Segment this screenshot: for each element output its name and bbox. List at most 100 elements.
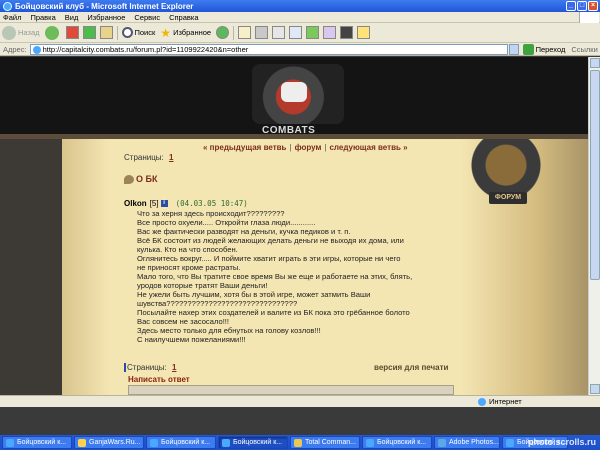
- menu-help[interactable]: Справка: [169, 13, 198, 22]
- search-label: Поиск: [134, 28, 156, 37]
- post-line: Посылайте нахер этих создателей и валите…: [137, 308, 410, 317]
- topic-icon: [124, 175, 134, 184]
- task-button[interactable]: Бойцовский к...: [362, 436, 432, 449]
- desktop-strip: [0, 407, 600, 435]
- windows-logo-icon: [579, 12, 599, 23]
- star-icon: ★: [160, 25, 172, 40]
- forum-shield-icon[interactable]: [466, 139, 546, 197]
- total-commander-icon: [294, 438, 302, 447]
- pagination-bottom: Страницы: 1: [124, 363, 176, 373]
- search-button[interactable]: Поиск: [121, 27, 156, 38]
- messenger-icon[interactable]: [306, 26, 320, 39]
- url-input[interactable]: http://capitalcity.combats.ru/forum.pl?i…: [29, 43, 508, 55]
- post-line: Вас же фактически разводят на деньги, ку…: [137, 227, 351, 236]
- scroll-thumb[interactable]: [590, 70, 600, 280]
- edit-icon[interactable]: [272, 26, 286, 39]
- menu-file[interactable]: Файл: [3, 13, 21, 22]
- discuss-icon[interactable]: [289, 26, 303, 39]
- photoshop-icon: [438, 438, 446, 447]
- author-level: [5]: [149, 199, 159, 208]
- ie-icon: [506, 438, 514, 447]
- post-line: Оглянитесь вокруг..... И поймите хватит …: [137, 254, 401, 263]
- forward-arrow-icon: [44, 25, 59, 40]
- ie-icon: [3, 1, 12, 11]
- task-button[interactable]: Бойцовский к...: [2, 436, 72, 449]
- pagination-top: Страницы: 1: [124, 153, 173, 162]
- close-button[interactable]: ×: [588, 1, 598, 11]
- menu-tools[interactable]: Сервис: [134, 13, 160, 22]
- folder-icon[interactable]: [357, 26, 371, 39]
- left-parchment-edge: [62, 139, 110, 395]
- menu-bar: Файл Правка Вид Избранное Сервис Справка: [0, 12, 600, 23]
- research-icon[interactable]: [323, 26, 337, 39]
- media-icon[interactable]: [216, 26, 230, 39]
- reply-title: Написать ответ: [128, 375, 190, 384]
- refresh-icon[interactable]: [82, 26, 96, 39]
- reply-subject-field[interactable]: [128, 385, 454, 395]
- home-icon[interactable]: [99, 26, 113, 39]
- url-dropdown-button[interactable]: [508, 43, 519, 55]
- post-line: уродов которые тратят Ваши деньги!: [137, 281, 268, 290]
- menu-edit[interactable]: Правка: [30, 13, 55, 22]
- forum-link[interactable]: форум: [295, 143, 322, 152]
- menu-view[interactable]: Вид: [65, 13, 79, 22]
- post-body: Что за херня здесь происходит????????? В…: [137, 209, 455, 344]
- ie-icon: [150, 438, 158, 447]
- post-line: Вас совсем не засосало!!!: [137, 317, 230, 326]
- task-button[interactable]: GanjaWars.Ru...: [74, 436, 144, 449]
- task-button[interactable]: Adobe Photos...: [434, 436, 500, 449]
- ie-icon: [366, 438, 374, 447]
- toolbar-separator: [233, 25, 235, 40]
- ie-icon: [222, 438, 230, 447]
- window-title: Бойцовский клуб - Microsoft Internet Exp…: [15, 1, 194, 11]
- extension-icon[interactable]: [340, 26, 354, 39]
- prev-thread-link[interactable]: « предыдущая ветвь: [203, 143, 286, 152]
- left-background: [0, 139, 62, 395]
- menu-favorites[interactable]: Избранное: [87, 13, 125, 22]
- scroll-down-button[interactable]: [590, 384, 600, 394]
- pages-label: Страницы:: [124, 153, 164, 162]
- post-line: С наилучшеми пожеланиями!!!: [137, 335, 246, 344]
- scroll-up-button[interactable]: [590, 58, 600, 68]
- address-bar: Адрес: http://capitalcity.combats.ru/for…: [0, 43, 600, 56]
- page-link-1[interactable]: 1: [169, 153, 173, 162]
- next-thread-link[interactable]: следующая ветвь »: [329, 143, 407, 152]
- author-nick[interactable]: Olkon: [124, 199, 147, 208]
- post-line: Здесь место только для ебнутых на голову…: [137, 326, 321, 335]
- stop-icon[interactable]: [65, 26, 79, 39]
- print-icon[interactable]: [255, 26, 269, 39]
- window-controls: _ □ ×: [566, 1, 598, 11]
- taskbar: Бойцовский к... GanjaWars.Ru... Бойцовск…: [0, 407, 600, 450]
- status-bar: Интернет: [0, 395, 600, 407]
- globe-icon: [478, 397, 486, 406]
- title-bar: Бойцовский клуб - Microsoft Internet Exp…: [0, 0, 600, 12]
- maximize-button[interactable]: □: [577, 1, 587, 11]
- mail-icon[interactable]: [238, 26, 252, 39]
- task-button[interactable]: Бойцовский к...: [146, 436, 216, 449]
- ie-icon: [6, 438, 14, 447]
- vertical-scrollbar[interactable]: [588, 57, 600, 395]
- thread-navigation: « предыдущая ветвь | форум | следующая ветвь…: [203, 143, 408, 152]
- info-icon[interactable]: i: [160, 200, 168, 207]
- watermark: photo.scrolls.ru: [527, 437, 596, 447]
- task-button[interactable]: Total Comman...: [290, 436, 360, 449]
- forum-badge[interactable]: ФОРУМ: [489, 192, 527, 204]
- task-button-active[interactable]: Бойцовский к...: [218, 436, 288, 449]
- page-link-1-bottom[interactable]: 1: [172, 363, 176, 372]
- task-buttons: Бойцовский к... GanjaWars.Ru... Бойцовск…: [0, 435, 600, 450]
- links-label[interactable]: Ссылки: [571, 45, 597, 54]
- post-line: Не ужели быть лучшим, хотя бы в этой игр…: [137, 290, 371, 299]
- post-line: кулька. Кто на что способен.: [137, 245, 238, 254]
- favorites-label: Избранное: [173, 28, 212, 37]
- forward-button[interactable]: [44, 25, 61, 40]
- post-header: Olkon [5] i (04.03.05 10:47): [124, 199, 248, 208]
- print-version-link[interactable]: версия для печати: [374, 363, 448, 372]
- fist-icon: [281, 82, 307, 102]
- minimize-button[interactable]: _: [566, 1, 576, 11]
- search-icon: [121, 27, 133, 38]
- go-button[interactable]: Переход: [522, 43, 566, 55]
- back-button[interactable]: Назад: [2, 25, 40, 40]
- favorites-button[interactable]: ★ Избранное: [160, 26, 211, 40]
- post-line: Мало того, что Вы тратите свое время Вы …: [137, 272, 413, 281]
- go-label: Переход: [535, 44, 566, 54]
